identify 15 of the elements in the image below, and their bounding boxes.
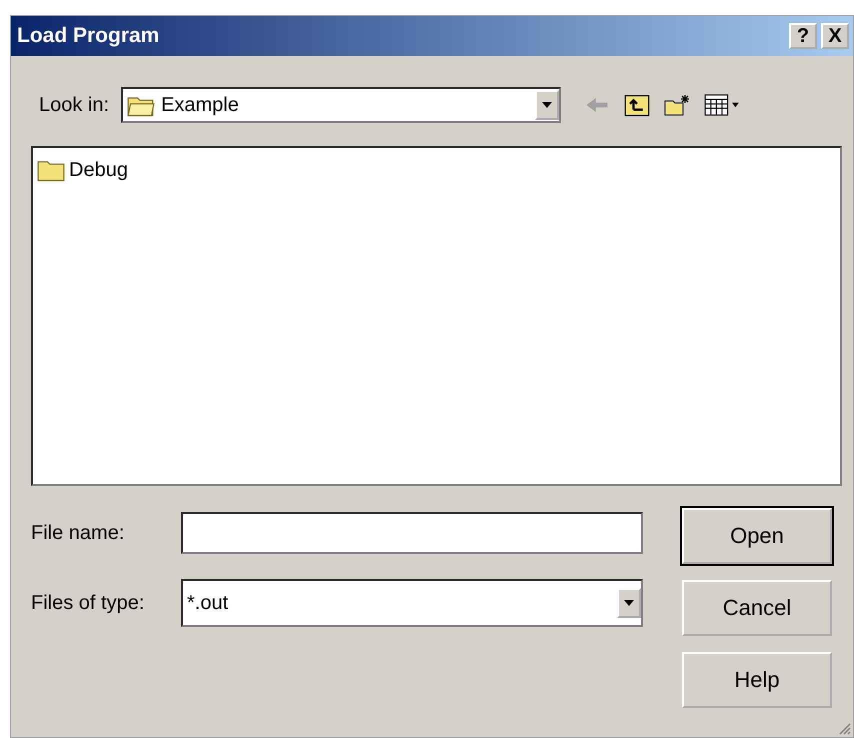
dialog-button[interactable]: Help <box>682 652 832 708</box>
help-button[interactable]: ? <box>789 23 817 49</box>
look-in-label: Look in: <box>39 94 110 116</box>
dialog-button[interactable]: Open <box>682 508 832 564</box>
resize-grip-icon[interactable] <box>837 721 851 735</box>
file-name-field[interactable] <box>181 512 643 554</box>
dialog-button[interactable]: Cancel <box>682 580 832 636</box>
look-in-dropdown[interactable]: Example <box>121 87 562 123</box>
files-of-type-dropdown[interactable]: *.out <box>181 579 643 627</box>
close-button[interactable]: X <box>821 23 849 49</box>
folder-item[interactable]: Debug <box>35 158 130 182</box>
window-title: Load Program <box>17 24 160 48</box>
look-in-value: Example <box>161 94 240 116</box>
file-name-label: File name: <box>31 522 126 544</box>
files-of-type-label: Files of type: <box>31 592 146 614</box>
